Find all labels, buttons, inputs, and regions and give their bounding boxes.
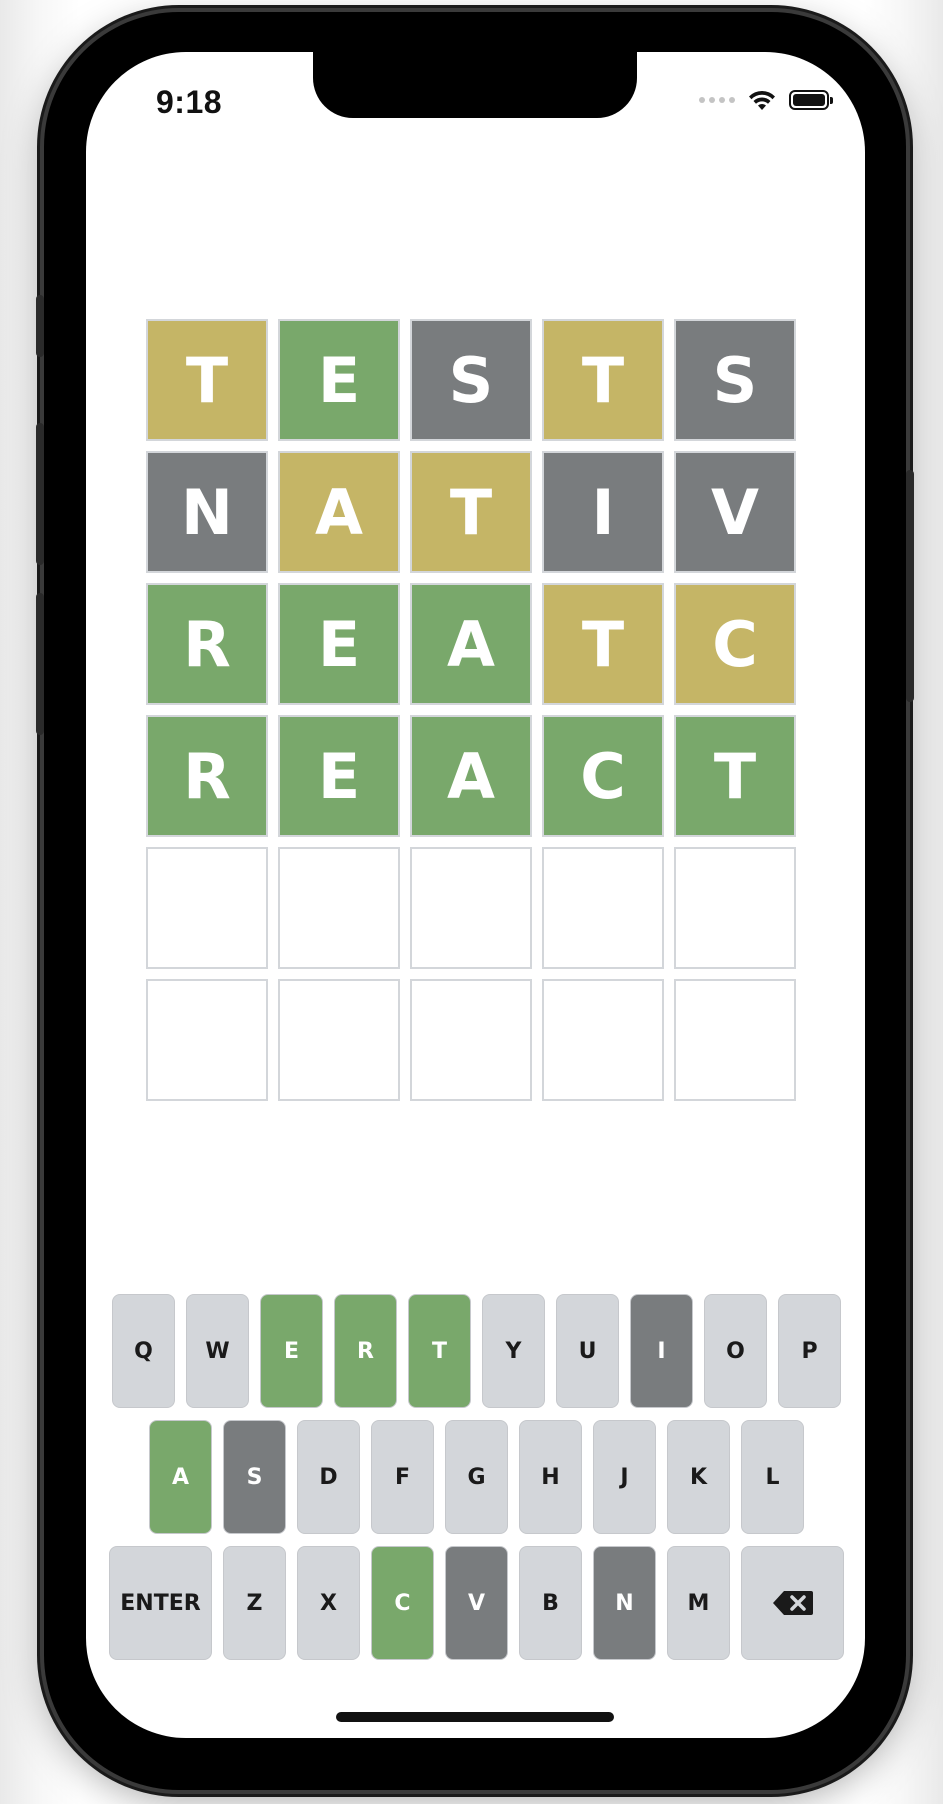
tile-empty bbox=[542, 847, 664, 969]
key-e[interactable]: E bbox=[260, 1294, 323, 1408]
power-button bbox=[906, 470, 914, 702]
page-background: 9:18 TESTSNATIVREATCREACT QWERTYUIOPASDF… bbox=[0, 0, 943, 1804]
tile-present: T bbox=[542, 583, 664, 705]
key-m[interactable]: M bbox=[667, 1546, 730, 1660]
board-row bbox=[146, 979, 806, 1101]
key-t[interactable]: T bbox=[408, 1294, 471, 1408]
board-row: REACT bbox=[146, 715, 806, 837]
tile-correct: C bbox=[542, 715, 664, 837]
keyboard-row: ENTER Z X C V B N M bbox=[106, 1546, 846, 1662]
key-w[interactable]: W bbox=[186, 1294, 249, 1408]
tile-correct: E bbox=[278, 583, 400, 705]
mute-switch bbox=[36, 295, 44, 357]
board-row: TESTS bbox=[146, 319, 806, 441]
key-o[interactable]: O bbox=[704, 1294, 767, 1408]
key-k[interactable]: K bbox=[667, 1420, 730, 1534]
tile-present: T bbox=[146, 319, 268, 441]
board-row bbox=[146, 847, 806, 969]
key-l[interactable]: L bbox=[741, 1420, 804, 1534]
status-time: 9:18 bbox=[156, 84, 223, 120]
key-n[interactable]: N bbox=[593, 1546, 656, 1660]
key-f[interactable]: F bbox=[371, 1420, 434, 1534]
notch bbox=[313, 52, 637, 118]
key-h[interactable]: H bbox=[519, 1420, 582, 1534]
tile-empty bbox=[278, 847, 400, 969]
key-x[interactable]: X bbox=[297, 1546, 360, 1660]
backspace-key[interactable] bbox=[741, 1546, 844, 1660]
tile-correct: A bbox=[410, 715, 532, 837]
tile-correct: A bbox=[410, 583, 532, 705]
board-row: REATC bbox=[146, 583, 806, 705]
key-v[interactable]: V bbox=[445, 1546, 508, 1660]
key-y[interactable]: Y bbox=[482, 1294, 545, 1408]
key-a[interactable]: A bbox=[149, 1420, 212, 1534]
key-s[interactable]: S bbox=[223, 1420, 286, 1534]
signal-dots-icon bbox=[699, 97, 735, 103]
wifi-icon bbox=[749, 90, 775, 110]
battery-icon bbox=[789, 90, 833, 110]
volume-down-button bbox=[36, 593, 44, 735]
tile-correct: E bbox=[278, 319, 400, 441]
tile-empty bbox=[674, 847, 796, 969]
tile-empty bbox=[674, 979, 796, 1101]
tile-present: A bbox=[278, 451, 400, 573]
tile-present: C bbox=[674, 583, 796, 705]
key-d[interactable]: D bbox=[297, 1420, 360, 1534]
key-c[interactable]: C bbox=[371, 1546, 434, 1660]
tile-absent: S bbox=[674, 319, 796, 441]
on-screen-keyboard: Q W E R T Y U I O P A S D F G H J K L ENTER Z X C V B N M bbox=[106, 1294, 846, 1672]
tile-absent: S bbox=[410, 319, 532, 441]
key-q[interactable]: Q bbox=[112, 1294, 175, 1408]
home-indicator[interactable] bbox=[336, 1712, 614, 1722]
keyboard-row: QWERTYUIOP bbox=[106, 1294, 846, 1410]
tile-correct: R bbox=[146, 715, 268, 837]
tile-empty bbox=[410, 847, 532, 969]
key-b[interactable]: B bbox=[519, 1546, 582, 1660]
key-j[interactable]: J bbox=[593, 1420, 656, 1534]
backspace-icon bbox=[772, 1591, 813, 1615]
tile-absent: I bbox=[542, 451, 664, 573]
enter-key[interactable]: ENTER bbox=[109, 1546, 212, 1660]
tile-absent: V bbox=[674, 451, 796, 573]
key-p[interactable]: P bbox=[778, 1294, 841, 1408]
app-screen: 9:18 TESTSNATIVREATCREACT QWERTYUIOPASDF… bbox=[86, 52, 865, 1738]
tile-empty bbox=[146, 847, 268, 969]
key-u[interactable]: U bbox=[556, 1294, 619, 1408]
key-z[interactable]: Z bbox=[223, 1546, 286, 1660]
volume-up-button bbox=[36, 423, 44, 565]
tile-absent: N bbox=[146, 451, 268, 573]
key-i[interactable]: I bbox=[630, 1294, 693, 1408]
tile-correct: T bbox=[674, 715, 796, 837]
keyboard-row: ASDFGHJKL bbox=[106, 1420, 846, 1536]
status-icons bbox=[699, 88, 833, 112]
tile-correct: E bbox=[278, 715, 400, 837]
board-row: NATIV bbox=[146, 451, 806, 573]
tile-present: T bbox=[542, 319, 664, 441]
tile-correct: R bbox=[146, 583, 268, 705]
tile-empty bbox=[278, 979, 400, 1101]
tile-present: T bbox=[410, 451, 532, 573]
key-g[interactable]: G bbox=[445, 1420, 508, 1534]
game-board: TESTSNATIVREATCREACT bbox=[146, 319, 806, 1111]
tile-empty bbox=[410, 979, 532, 1101]
tile-empty bbox=[146, 979, 268, 1101]
tile-empty bbox=[542, 979, 664, 1101]
key-r[interactable]: R bbox=[334, 1294, 397, 1408]
